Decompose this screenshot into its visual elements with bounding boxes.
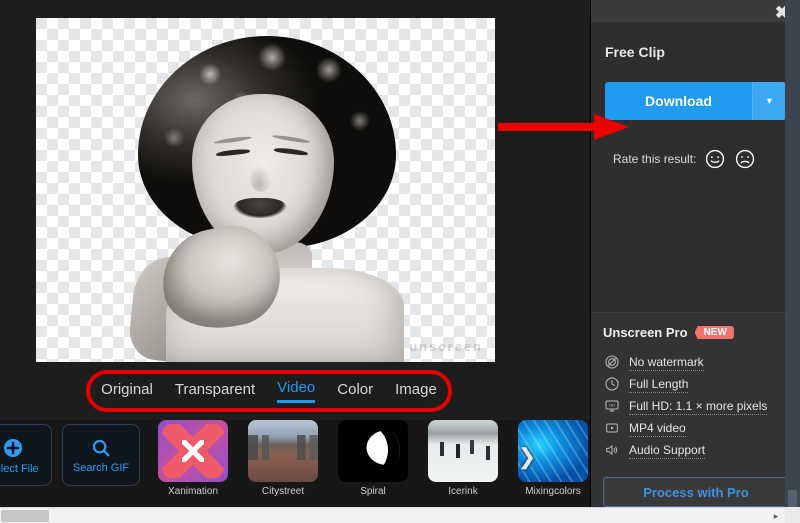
- pro-feature-list: No watermark Full Length: [603, 351, 789, 461]
- hd-monitor-icon: HD: [603, 397, 621, 415]
- no-watermark-icon: [603, 353, 621, 371]
- thumbnails-next-arrow[interactable]: ❯: [516, 444, 538, 470]
- chevron-down-icon[interactable]: ▾: [752, 82, 786, 120]
- thumbnail-label: Citystreet: [262, 486, 304, 497]
- speaker-icon: [603, 441, 621, 459]
- tab-color[interactable]: Color: [337, 381, 373, 402]
- search-gif-label: Search GIF: [73, 462, 129, 474]
- thumbnail-icerink[interactable]: Icerink: [424, 420, 502, 497]
- new-badge: NEW: [695, 326, 734, 339]
- thumbnail-preview: [428, 420, 498, 482]
- thumbnail-preview: [248, 420, 318, 482]
- pro-feature-item: Full Length: [603, 373, 789, 395]
- pro-feature-item: Audio Support: [603, 439, 789, 461]
- tab-image[interactable]: Image: [395, 381, 437, 402]
- clip-title: Free Clip: [605, 44, 786, 60]
- thumbnail-label: Mixingcolors: [525, 486, 581, 497]
- vertical-scrollbar[interactable]: [785, 0, 800, 523]
- subject-eye-right: [274, 147, 308, 156]
- thumbnail-label: Spiral: [360, 486, 386, 497]
- result-side-panel: ✖ Free Clip Download ▾ Rate this result:: [590, 0, 800, 507]
- pro-feature-label: Audio Support: [629, 442, 705, 459]
- pro-feature-item: HD Full HD: 1.1 × more pixels: [603, 395, 789, 417]
- rate-result-row: Rate this result:: [605, 148, 786, 170]
- pro-title: Unscreen Pro: [603, 325, 688, 340]
- clock-icon: [603, 375, 621, 393]
- horizontal-scrollbar[interactable]: ▸: [0, 507, 785, 523]
- tab-transparent[interactable]: Transparent: [175, 381, 255, 402]
- scrollbar-corner: [785, 507, 800, 523]
- background-mode-tabs: Original Transparent Video Color Image: [90, 374, 448, 408]
- cutout-subject-image: [132, 36, 404, 362]
- subject-eye-left: [216, 148, 250, 157]
- search-icon: [90, 437, 112, 459]
- unscreen-pro-section: Unscreen Pro NEW No watermark: [591, 312, 800, 507]
- horizontal-scrollbar-thumb[interactable]: [1, 510, 49, 522]
- thumbnail-xanimation[interactable]: Xanimation: [154, 420, 232, 497]
- rate-result-label: Rate this result:: [613, 152, 696, 166]
- video-box-icon: [603, 419, 621, 437]
- thumbnail-list: Xanimation Citystreet Spiral Icerink Mix: [154, 420, 630, 497]
- download-button-group: Download ▾: [605, 82, 786, 120]
- process-with-pro-button[interactable]: Process with Pro: [603, 477, 789, 507]
- thumbnail-label: Icerink: [448, 486, 477, 497]
- thumbnail-citystreet[interactable]: Citystreet: [244, 420, 322, 497]
- thumbnail-label: Xanimation: [168, 486, 218, 497]
- download-button[interactable]: Download: [605, 82, 752, 120]
- pro-feature-label: MP4 video: [629, 420, 686, 437]
- smiley-happy-icon[interactable]: [704, 148, 726, 170]
- pro-feature-label: Full HD: 1.1 × more pixels: [629, 398, 767, 415]
- plus-circle-icon: [1, 436, 25, 460]
- pro-feature-item: MP4 video: [603, 417, 789, 439]
- thumbnail-spiral[interactable]: Spiral: [334, 420, 412, 497]
- panel-topbar: ✖: [591, 0, 800, 22]
- result-canvas[interactable]: unscreen: [36, 18, 495, 362]
- pro-feature-label: Full Length: [629, 376, 688, 393]
- unscreen-app-window: unscreen Original Transparent Video Colo…: [0, 0, 800, 523]
- pro-feature-item: No watermark: [603, 351, 789, 373]
- thumbnail-preview: [338, 420, 408, 482]
- svg-text:HD: HD: [609, 402, 615, 407]
- subject-eyebrow-right: [272, 134, 310, 144]
- scroll-right-arrow-icon[interactable]: ▸: [769, 509, 783, 523]
- smiley-sad-icon[interactable]: [734, 148, 756, 170]
- panel-top-section: Free Clip Download ▾ Rate this result:: [591, 22, 800, 170]
- select-file-label: Select File: [0, 463, 39, 475]
- search-gif-button[interactable]: Search GIF: [62, 424, 140, 486]
- background-thumbnail-strip: Select File Search GIF Xanimation: [0, 420, 590, 507]
- tab-video[interactable]: Video: [277, 379, 315, 403]
- pro-feature-label: No watermark: [629, 354, 704, 371]
- canvas-watermark: unscreen: [409, 339, 483, 354]
- tab-original[interactable]: Original: [101, 381, 153, 402]
- subject-nose: [250, 166, 272, 192]
- subject-eyebrow-left: [214, 135, 252, 144]
- pro-header: Unscreen Pro NEW: [603, 325, 789, 340]
- select-file-button[interactable]: Select File: [0, 424, 52, 486]
- subject-mouth: [234, 198, 286, 218]
- thumbnail-preview: [158, 420, 228, 482]
- editor-area: unscreen Original Transparent Video Colo…: [0, 0, 590, 507]
